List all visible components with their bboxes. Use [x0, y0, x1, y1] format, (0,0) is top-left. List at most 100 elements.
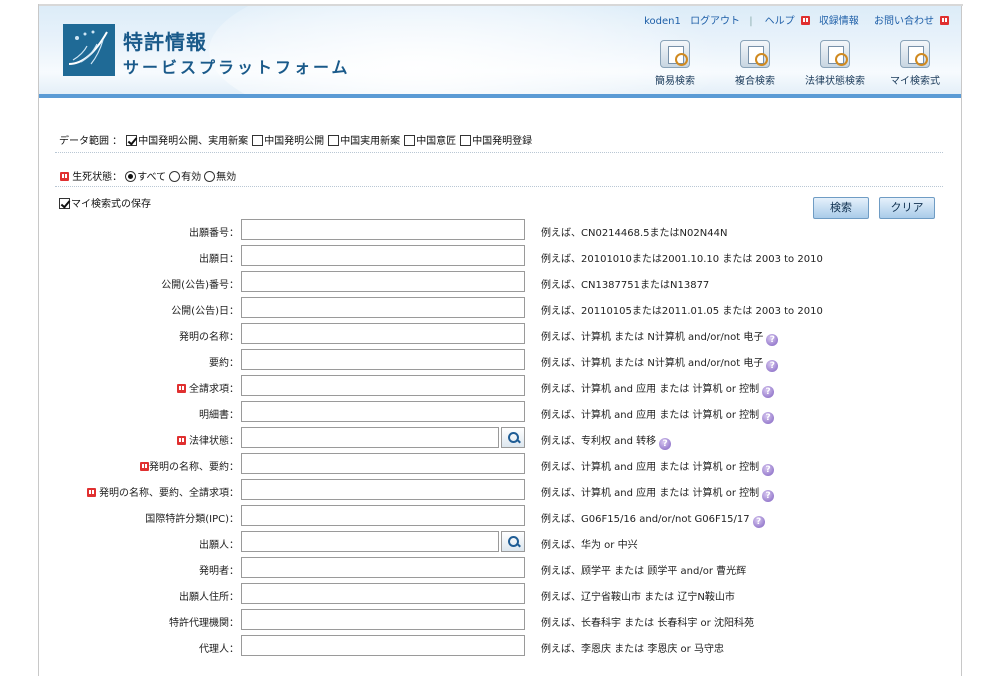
agent-input[interactable] [241, 635, 525, 656]
field-label: 国際特許分類(IPC)： [145, 514, 239, 525]
status-radio-valid[interactable] [169, 171, 181, 182]
status-radio-all[interactable] [125, 171, 137, 182]
field-label: 要約： [209, 358, 239, 369]
new-badge-icon [140, 462, 149, 471]
field-example: 例えば、专利权 and 转移? [541, 432, 672, 450]
contact-link[interactable]: お問い合わせ [868, 16, 949, 27]
site-subtitle: サービスプラットフォーム [123, 58, 351, 77]
search-button[interactable]: 検索 [813, 197, 869, 219]
help-question-icon[interactable]: ? [766, 360, 779, 372]
site-title: 特許情報 [123, 30, 207, 54]
status-label: 生死状態： [72, 172, 123, 183]
field-example: 例えば、20101010または2001.10.10 または 2003 to 20… [541, 254, 823, 265]
data-range-checkbox-cn-design[interactable] [404, 135, 416, 146]
applicant-input[interactable] [241, 531, 499, 552]
data-range-checkbox-cn-grant[interactable] [460, 135, 472, 146]
field-example: 例えば、顾学平 または 顾学平 and/or 曹光辉 [541, 566, 747, 577]
abstract-input[interactable] [241, 349, 525, 370]
field-example: 例えば、20110105または2011.01.05 または 2003 to 20… [541, 306, 823, 317]
data-range-checkbox-cn-invention-utility[interactable] [126, 135, 138, 146]
main-nav: 簡易検索 複合検索 法律状態検索 マイ検索式 [635, 40, 955, 87]
legal-status-search-icon[interactable] [820, 40, 850, 68]
field-example: 例えば、CN1387751またはN13877 [541, 280, 710, 291]
publication-number-input[interactable] [241, 271, 525, 292]
legal-status-lookup-icon[interactable] [501, 427, 525, 448]
title-abstract-claims-input[interactable] [241, 479, 525, 500]
nav-combined-search[interactable]: 複合検索 [715, 40, 795, 87]
help-question-icon[interactable]: ? [752, 516, 765, 528]
field-row-application-number: 出願番号： 例えば、CN0214468.5またはN02N44N [39, 219, 961, 245]
field-label: 特許代理機関： [169, 618, 239, 629]
nav-legal-status-search[interactable]: 法律状態検索 [795, 40, 875, 87]
description-input[interactable] [241, 401, 525, 422]
invention-title-input[interactable] [241, 323, 525, 344]
field-label: 法律状態： [176, 432, 239, 447]
simple-search-icon[interactable] [660, 40, 690, 68]
applicant-lookup-icon[interactable] [501, 531, 525, 552]
field-row-description: 明細書： 例えば、计算机 and 应用 または 计算机 or 控制? [39, 401, 961, 427]
field-label: 代理人： [199, 644, 239, 655]
data-range-row: データ範囲 ：中国発明公開、実用新案 中国発明公開 中国実用新案 中国意匠 中国発明登録 [59, 135, 533, 147]
field-label: 出願人： [199, 540, 239, 551]
data-range-checkbox-cn-invention[interactable] [252, 135, 264, 146]
field-row-application-date: 出願日： 例えば、20101010または2001.10.10 または 2003 … [39, 245, 961, 271]
field-example: 例えば、计算机 and 应用 または 计算机 or 控制? [541, 406, 775, 424]
username-link[interactable]: koden1 [644, 16, 681, 27]
field-example: 例えば、计算机 and 应用 または 计算机 or 控制? [541, 458, 775, 476]
title-abstract-input[interactable] [241, 453, 525, 474]
applicant-address-input[interactable] [241, 583, 525, 604]
combined-search-icon[interactable] [740, 40, 770, 68]
field-label: 発明の名称、要約： [139, 458, 239, 473]
status-radio-invalid[interactable] [204, 171, 216, 182]
collection-info-link[interactable]: 収録情報 [819, 16, 859, 27]
nav-simple-search[interactable]: 簡易検索 [635, 40, 715, 87]
field-label: 発明の名称： [179, 332, 239, 343]
inventor-input[interactable] [241, 557, 525, 578]
help-question-icon[interactable]: ? [762, 386, 775, 398]
help-question-icon[interactable]: ? [659, 438, 672, 450]
field-label: 発明の名称、要約、全請求項： [86, 484, 239, 499]
all-claims-input[interactable] [241, 375, 525, 396]
header-banner: 特許情報 サービスプラットフォーム koden1 ログアウト | ヘルプ 収録情報… [39, 6, 961, 98]
field-row-publication-date: 公開(公告)日： 例えば、20110105または2011.01.05 または 2… [39, 297, 961, 323]
publication-date-input[interactable] [241, 297, 525, 318]
field-row-all-claims: 全請求項： 例えば、计算机 and 应用 または 计算机 or 控制? [39, 375, 961, 401]
logout-link[interactable]: ログアウト [690, 16, 740, 27]
field-label: 出願人住所： [179, 592, 239, 603]
divider [55, 186, 943, 187]
my-search-icon[interactable] [900, 40, 930, 68]
field-example: 例えば、华为 or 中兴 [541, 540, 638, 551]
field-example: 例えば、计算机 または N计算机 and/or/not 电子? [541, 328, 779, 346]
logo-icon [63, 24, 115, 76]
nav-my-search[interactable]: マイ検索式 [875, 40, 955, 87]
field-example: 例えば、计算机 and 应用 または 计算机 or 控制? [541, 380, 775, 398]
clear-button[interactable]: クリア [879, 197, 935, 219]
field-label: 全請求項： [176, 380, 239, 395]
help-question-icon[interactable]: ? [766, 334, 779, 346]
help-question-icon[interactable]: ? [762, 464, 775, 476]
field-row-ipc: 国際特許分類(IPC)： 例えば、G06F15/16 and/or/not G0… [39, 505, 961, 531]
help-link[interactable]: ヘルプ [759, 16, 810, 27]
field-label: 公開(公告)番号： [161, 280, 239, 291]
field-example: 例えば、李恩庆 または 李恩庆 or 马守忠 [541, 644, 724, 655]
divider [55, 152, 943, 153]
status-badge-icon [60, 172, 69, 181]
application-date-input[interactable] [241, 245, 525, 266]
field-example: 例えば、G06F15/16 and/or/not G06F15/17? [541, 510, 765, 528]
patent-agency-input[interactable] [241, 609, 525, 630]
save-search-checkbox[interactable] [59, 198, 70, 209]
help-question-icon[interactable]: ? [762, 490, 775, 502]
field-row-abstract: 要約： 例えば、计算机 または N计算机 and/or/not 电子? [39, 349, 961, 375]
field-example: 例えば、长春科宇 または 长春科宇 or 沈阳科苑 [541, 618, 754, 629]
application-number-input[interactable] [241, 219, 525, 240]
field-row-inventor: 発明者： 例えば、顾学平 または 顾学平 and/or 曹光辉 [39, 557, 961, 583]
data-range-checkbox-cn-utility[interactable] [328, 135, 340, 146]
field-row-patent-agency: 特許代理機関： 例えば、长春科宇 または 长春科宇 or 沈阳科苑 [39, 609, 961, 635]
ipc-input[interactable] [241, 505, 525, 526]
field-label: 出願日： [199, 254, 239, 265]
field-example: 例えば、辽宁省鞍山市 または 辽宁N鞍山市 [541, 592, 735, 603]
new-badge-icon [176, 436, 186, 445]
help-badge-icon [800, 16, 810, 25]
help-question-icon[interactable]: ? [762, 412, 775, 424]
legal-status-input[interactable] [241, 427, 499, 448]
